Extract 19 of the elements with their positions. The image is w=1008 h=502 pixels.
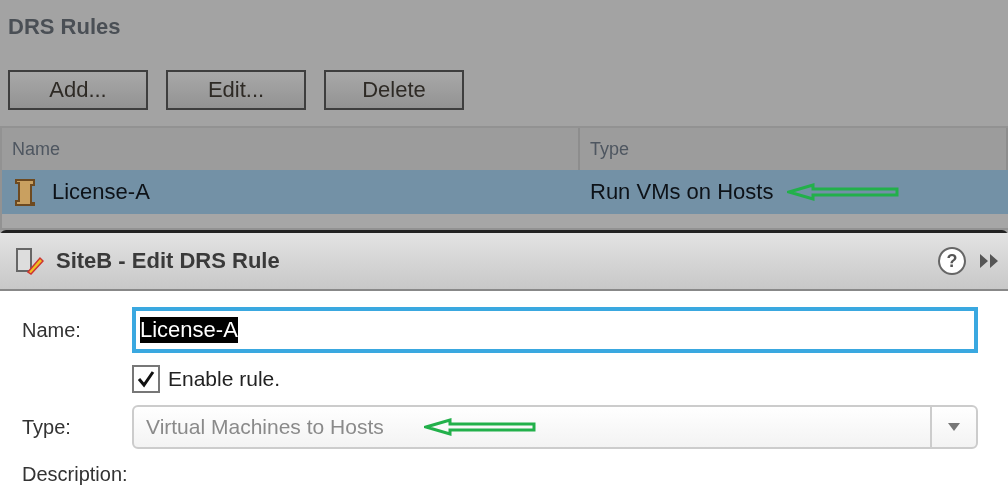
checkbox-icon[interactable] — [132, 365, 160, 393]
panel-title: DRS Rules — [8, 14, 122, 41]
expand-icon[interactable] — [978, 253, 1000, 269]
field-label: Description: — [22, 463, 129, 486]
field-label: Type: — [22, 415, 72, 439]
caret-icon — [948, 423, 960, 431]
enable-checkbox[interactable]: Enable rule. — [132, 365, 978, 393]
name-input[interactable]: License-A — [132, 307, 978, 353]
server-edit-icon — [14, 246, 44, 276]
scroll-icon — [12, 177, 38, 207]
rule-type: Run VMs on Hosts — [590, 179, 774, 205]
rule-name: License-A — [52, 179, 150, 205]
field-label: Name: — [22, 318, 82, 342]
toolbar-button[interactable]: Delete — [324, 70, 464, 110]
table-row[interactable]: License-A Run VMs on Hosts — [2, 170, 1008, 214]
toolbar-button[interactable]: Add... — [8, 70, 148, 110]
dialog-title: SiteB - Edit DRS Rule — [56, 248, 281, 274]
toolbar-button[interactable]: Edit... — [166, 70, 306, 110]
help-button[interactable]: ? — [938, 247, 966, 275]
